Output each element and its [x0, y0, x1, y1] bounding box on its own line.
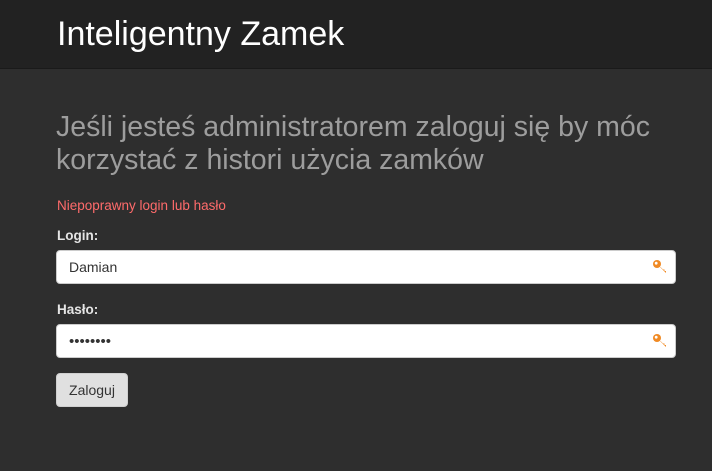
login-label: Login: — [57, 228, 99, 243]
key-icon — [653, 334, 666, 347]
navbar: Inteligentny Zamek — [0, 0, 712, 69]
password-field[interactable] — [56, 324, 676, 358]
login-input[interactable] — [69, 251, 639, 283]
error-message: Niepoprawny login lub hasło — [57, 198, 226, 213]
login-button[interactable]: Zaloguj — [56, 373, 128, 407]
brand-title[interactable]: Inteligentny Zamek — [57, 14, 344, 54]
login-panel: Jeśli jesteś administratorem zaloguj się… — [0, 69, 712, 471]
login-field[interactable] — [56, 250, 676, 284]
password-label: Hasło: — [57, 302, 99, 317]
key-icon — [653, 260, 666, 273]
page-heading: Jeśli jesteś administratorem zaloguj się… — [56, 111, 650, 176]
password-input[interactable] — [69, 325, 639, 357]
